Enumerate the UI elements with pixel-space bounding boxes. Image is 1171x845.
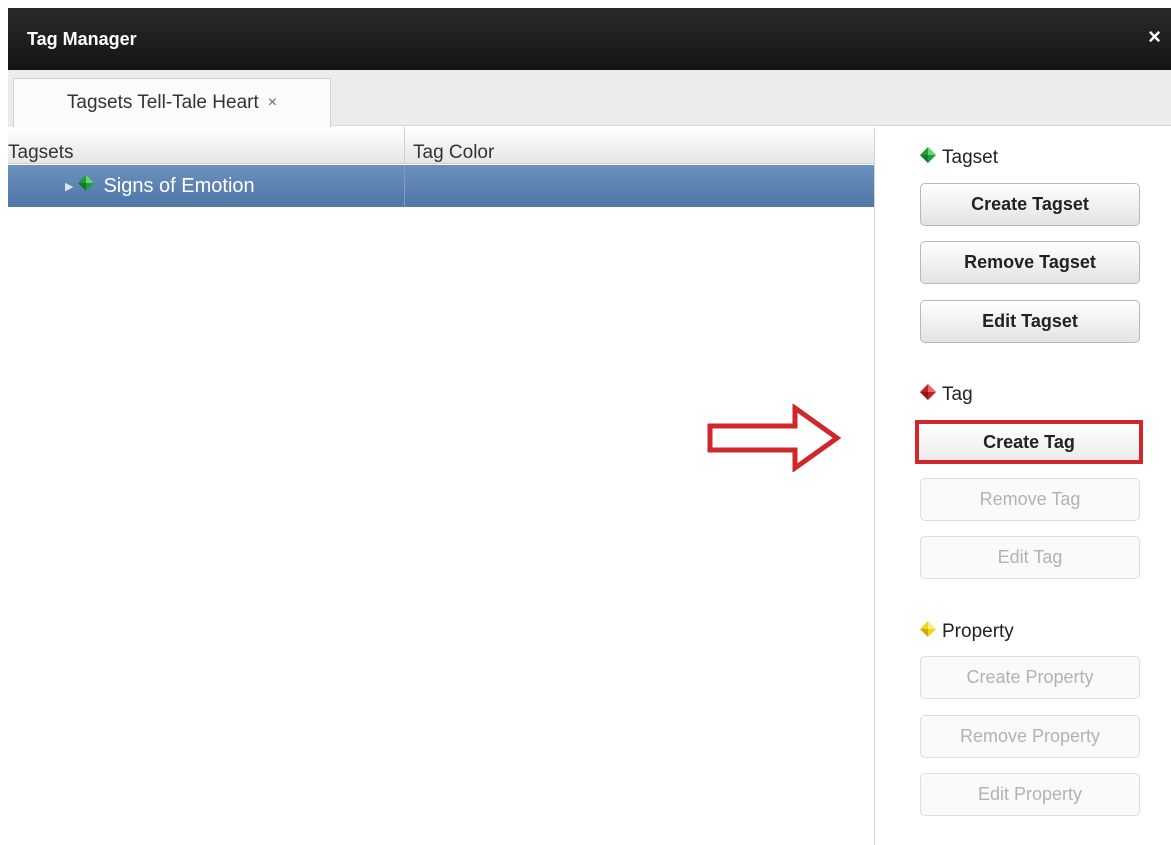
red-gem-icon — [919, 383, 937, 407]
window-title: Tag Manager — [27, 29, 137, 49]
property-label: Property — [942, 621, 1014, 642]
remove-tagset-button[interactable]: Remove Tagset — [920, 241, 1140, 284]
tagset-section-label: Tagset — [919, 146, 998, 170]
tree-cell-tagset: ▶ Signs of Emotion — [8, 165, 405, 207]
tag-manager-window: Tag Manager × Tagsets Tell-Tale Heart × … — [0, 0, 1171, 845]
green-gem-icon — [77, 174, 95, 198]
expand-arrow-icon[interactable]: ▶ — [65, 180, 73, 193]
edit-tag-button[interactable]: Edit Tag — [920, 536, 1140, 579]
tree-cell-tag-color — [405, 165, 874, 207]
tag-section-label: Tag — [919, 383, 973, 407]
annotation-arrow-icon — [707, 404, 841, 472]
tab-strip: Tagsets Tell-Tale Heart × — [8, 70, 1171, 127]
edit-property-button[interactable]: Edit Property — [920, 773, 1140, 816]
tree-header: Tagsets Tag Color — [8, 127, 874, 164]
tab-label: Tagsets Tell-Tale Heart — [66, 92, 259, 113]
tree-row-label: Signs of Emotion — [103, 174, 255, 197]
tag-label: Tag — [942, 384, 973, 405]
yellow-gem-icon — [919, 620, 937, 644]
create-tagset-button[interactable]: Create Tagset — [920, 183, 1140, 226]
tab-close-icon[interactable]: × — [268, 94, 277, 112]
create-property-button[interactable]: Create Property — [920, 656, 1140, 699]
property-section-label: Property — [919, 620, 1014, 644]
tagset-tree-table: Tagsets Tag Color ▶ Signs of Emotion — [8, 127, 874, 845]
tab-tagsets-tell-tale-heart[interactable]: Tagsets Tell-Tale Heart × — [13, 78, 331, 127]
tagset-label: Tagset — [942, 147, 998, 168]
green-gem-icon — [919, 146, 937, 170]
title-bar[interactable]: Tag Manager × — [8, 8, 1171, 70]
column-header-tagsets[interactable]: Tagsets — [8, 127, 405, 164]
remove-property-button[interactable]: Remove Property — [920, 715, 1140, 758]
create-tag-button[interactable]: Create Tag — [915, 420, 1143, 464]
column-header-tag-color[interactable]: Tag Color — [413, 127, 874, 164]
tree-row-signs-of-emotion[interactable]: ▶ Signs of Emotion — [8, 165, 874, 207]
close-icon[interactable]: × — [1148, 26, 1161, 48]
remove-tag-button[interactable]: Remove Tag — [920, 478, 1140, 521]
edit-tagset-button[interactable]: Edit Tagset — [920, 300, 1140, 343]
actions-panel: Tagset Create Tagset Remove Tagset Edit … — [874, 127, 1171, 845]
